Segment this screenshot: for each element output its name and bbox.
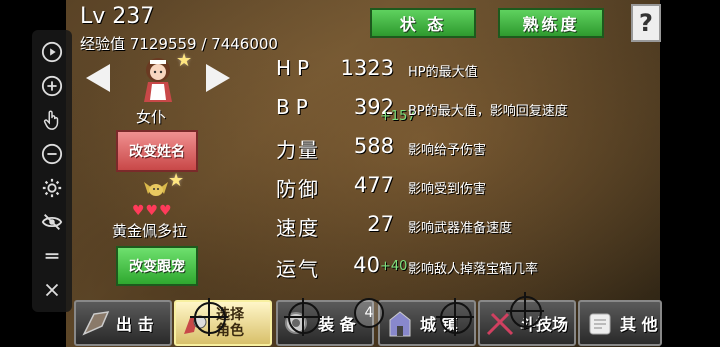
select-character-button[interactable]: 选择 角色 — [174, 300, 272, 346]
pet-star-icon: ★ — [168, 170, 185, 191]
stat-label: 防御 — [276, 177, 320, 201]
character-star-icon: ★ — [176, 50, 193, 71]
zoom-in-icon[interactable] — [40, 74, 64, 98]
sortie-button[interactable]: 出 击 — [74, 300, 172, 346]
stat-desc: BP的最大值，影响回复速度 — [408, 104, 568, 119]
stat-value: 1323 — [340, 56, 394, 80]
pet-sprite — [144, 182, 168, 196]
close-icon[interactable] — [40, 278, 64, 302]
maid-character-sprite — [144, 58, 172, 102]
equip-icon — [285, 312, 307, 334]
tap-hand-icon[interactable] — [40, 108, 64, 132]
town-icon — [389, 311, 411, 337]
play-icon[interactable] — [40, 40, 64, 64]
arena-label: 斗技场 — [520, 315, 569, 334]
stat-value: 588 — [353, 134, 394, 158]
stat-desc: 影响敌人掉落宝箱几率 — [408, 262, 539, 277]
character-name: 女仆 — [136, 108, 167, 126]
stat-desc: HP的最大值 — [408, 65, 478, 80]
prev-character-arrow[interactable] — [86, 64, 110, 92]
town-button[interactable]: 城 镇 — [378, 300, 476, 346]
right-letterbox — [660, 0, 720, 347]
stat-label: 速度 — [276, 216, 320, 240]
settings-gear-icon[interactable] — [40, 176, 64, 200]
stat-row-hp: HP 1323 HP的最大值 — [276, 56, 616, 84]
select-character-label: 选择 角色 — [216, 307, 244, 339]
pet-name: 黄金佩多拉 — [112, 222, 188, 240]
pet-hearts: ♥♥♥ — [132, 203, 173, 219]
menu-lines-icon[interactable] — [40, 244, 64, 268]
stat-label: BP — [276, 95, 314, 119]
change-pet-button[interactable]: 改变跟宠 — [116, 246, 198, 286]
arena-swords-icon — [486, 312, 514, 336]
stat-desc: 影响给予伤害 — [408, 143, 487, 158]
level-text: Lv 237 — [80, 4, 155, 29]
sortie-icon — [82, 311, 110, 336]
tab-proficiency[interactable]: 熟练度 — [498, 8, 604, 38]
other-button[interactable]: 其 他 — [578, 300, 662, 346]
stat-row-speed: 速度 27 影响武器准备速度 — [276, 212, 616, 240]
other-scroll-icon — [589, 313, 611, 335]
other-label: 其 他 — [620, 315, 658, 334]
stat-row-defense: 防御 477 影响受到伤害 — [276, 173, 616, 201]
stat-row-bp: BP 392 +157 BP的最大值，影响回复速度 — [276, 95, 616, 124]
stat-row-luck: 运气 40 +40 影响敌人掉落宝箱几率 — [276, 253, 616, 281]
stat-value: 477 — [353, 173, 394, 197]
stat-row-strength: 力量 588 影响给予伤害 — [276, 134, 616, 162]
floating-toolbar — [32, 30, 72, 312]
zoom-out-icon[interactable] — [40, 142, 64, 166]
stat-desc: 影响受到伤害 — [408, 182, 487, 197]
rename-button[interactable]: 改变姓名 — [116, 130, 198, 172]
help-button[interactable]: ? — [631, 4, 661, 42]
arena-button[interactable]: 斗技场 — [478, 300, 576, 346]
town-label: 城 镇 — [420, 315, 458, 334]
stat-desc: 影响武器准备速度 — [408, 221, 513, 236]
equip-label: 装 备 — [318, 315, 356, 334]
stat-label: 力量 — [276, 138, 320, 162]
character-select-icon — [184, 315, 207, 334]
tab-status[interactable]: 状 态 — [370, 8, 476, 38]
hide-eye-icon[interactable] — [40, 210, 64, 234]
touch-marker-count: 4 — [354, 298, 384, 328]
sortie-label: 出 击 — [116, 315, 154, 334]
stat-bonus: +40 — [380, 259, 408, 274]
stat-value: 40 — [353, 253, 380, 277]
stat-label: HP — [276, 56, 316, 80]
stat-value: 27 — [367, 212, 394, 236]
stat-label: 运气 — [276, 257, 320, 281]
next-character-arrow[interactable] — [206, 64, 230, 92]
